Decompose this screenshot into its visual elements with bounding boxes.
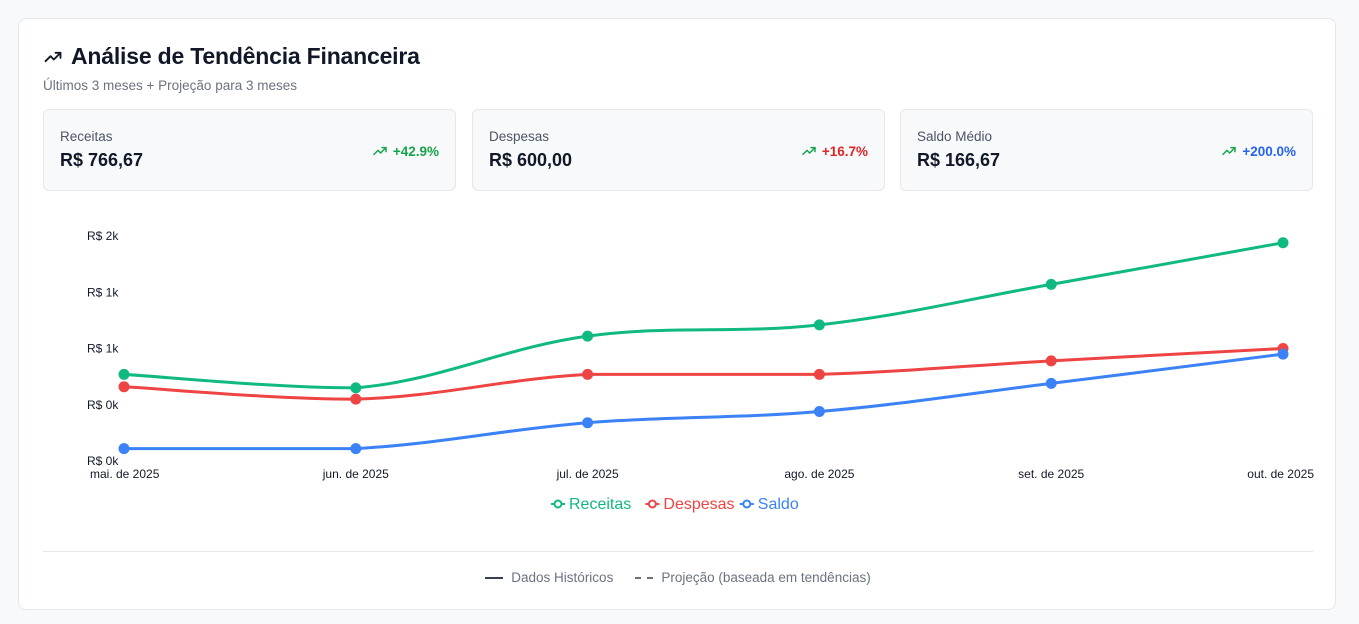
data-point-despesas xyxy=(350,393,362,405)
data-point-receitas xyxy=(1277,237,1289,249)
data-point-receitas xyxy=(350,382,362,394)
y-tick-label: R$ 2k xyxy=(87,229,119,243)
legend-swatch-dot xyxy=(647,499,657,509)
trend-card: Análise de Tendência Financeira Últimos … xyxy=(18,18,1336,610)
data-point-saldo xyxy=(118,443,130,455)
solid-line-swatch xyxy=(485,576,504,579)
y-tick-label: R$ 1k xyxy=(87,285,119,299)
series-line-despesas xyxy=(122,347,1285,401)
legend-swatch-dot xyxy=(553,499,563,509)
data-point-receitas xyxy=(582,330,594,342)
data-point-saldo xyxy=(1277,348,1289,360)
historical-data-legend: Dados Históricos xyxy=(485,570,613,585)
data-point-despesas xyxy=(582,368,594,380)
data-point-despesas xyxy=(1045,355,1057,367)
chart-footer-legend: Dados Históricos Projeção (baseada em te… xyxy=(19,570,1337,585)
data-point-despesas xyxy=(813,368,825,380)
x-tick-label: jun. de 2025 xyxy=(322,467,389,481)
legend-item-despesas: Despesas xyxy=(645,496,735,513)
legend-item-saldo: Saldo xyxy=(739,496,799,513)
historical-data-label: Dados Históricos xyxy=(511,570,614,585)
legend-label: Despesas xyxy=(663,496,734,513)
series-line-saldo xyxy=(122,352,1285,451)
x-tick-label: mai. de 2025 xyxy=(90,467,160,481)
data-point-receitas xyxy=(1045,278,1057,290)
y-tick-label: R$ 1k xyxy=(87,342,119,356)
projection-label: Projeção (baseada em tendências) xyxy=(661,570,871,585)
y-tick-label: R$ 0k xyxy=(87,454,119,468)
dashed-line-swatch xyxy=(635,576,654,579)
trend-line-chart: R$ 0k R$ 0k R$ 1k R$ 1k R$ 2k mai. de 2025 jun… xyxy=(87,229,1314,513)
data-point-saldo xyxy=(582,417,594,429)
legend-label: Saldo xyxy=(758,496,799,513)
divider xyxy=(43,551,1313,552)
data-point-saldo xyxy=(813,406,825,417)
projection-legend: Projeção (baseada em tendências) xyxy=(635,570,871,585)
series-line-receitas xyxy=(122,241,1285,390)
data-point-receitas xyxy=(118,368,130,380)
x-tick-label: out. de 2025 xyxy=(1247,467,1314,481)
x-tick-label: ago. de 2025 xyxy=(784,467,854,481)
data-point-receitas xyxy=(813,319,825,331)
data-point-despesas xyxy=(118,381,130,393)
data-point-saldo xyxy=(1045,377,1057,389)
x-tick-label: set. de 2025 xyxy=(1018,467,1084,481)
y-tick-label: R$ 0k xyxy=(87,398,119,412)
legend-item-receitas: Receitas xyxy=(551,496,631,513)
data-point-saldo xyxy=(350,443,362,455)
legend-label: Receitas xyxy=(569,496,631,513)
legend-swatch-dot xyxy=(742,499,752,509)
x-tick-label: jul. de 2025 xyxy=(556,467,619,481)
